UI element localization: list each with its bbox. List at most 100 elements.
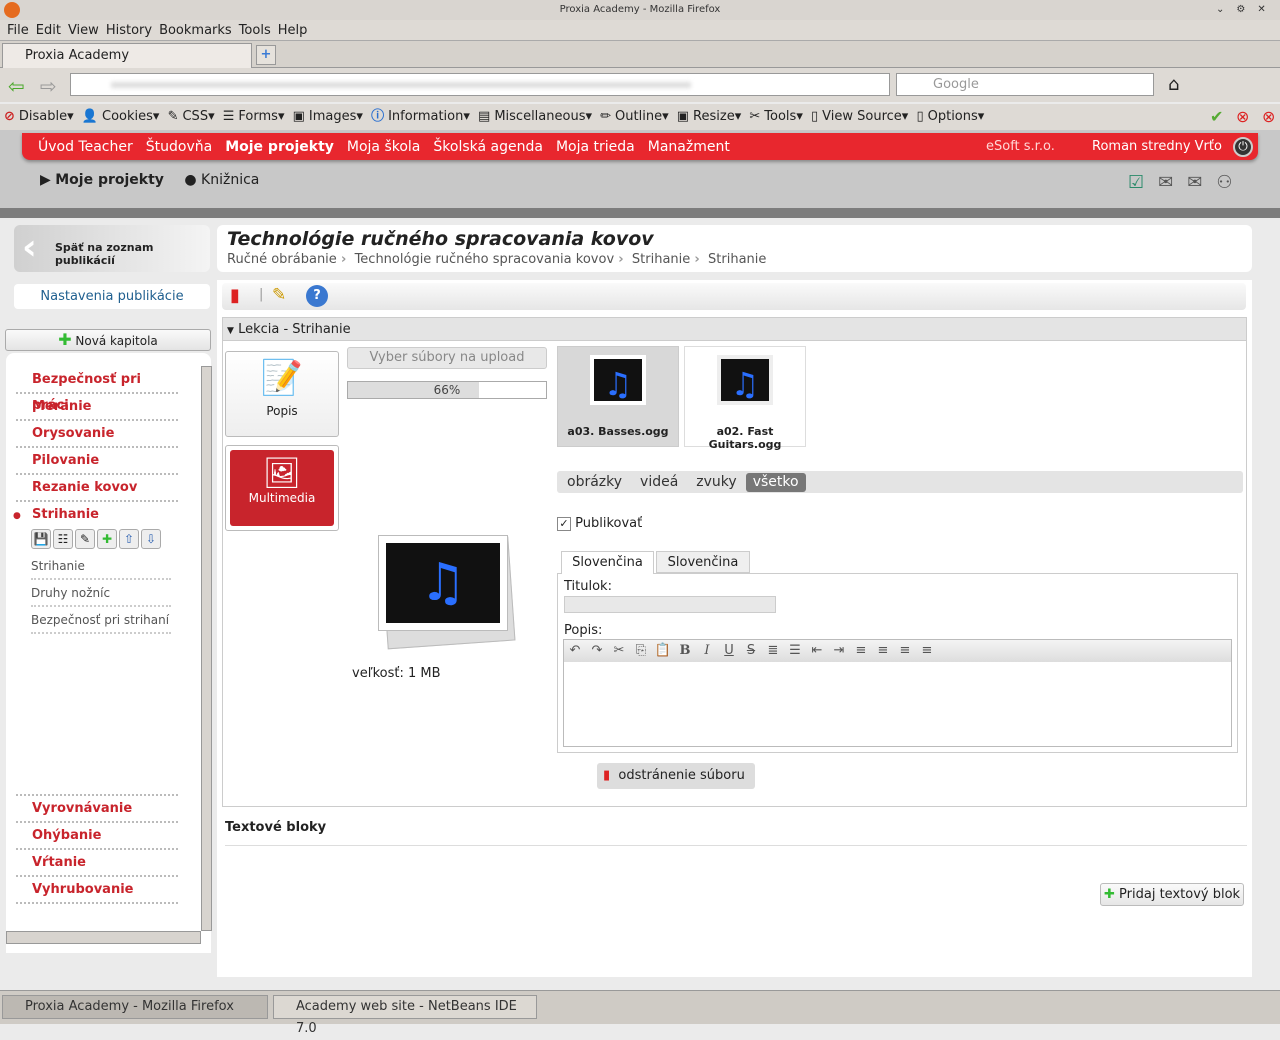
taskbar-item-firefox[interactable]: Proxia Academy - Mozilla Firefox (2, 995, 268, 1019)
subnav-current[interactable]: Moje projekty (55, 172, 164, 188)
copy-icon[interactable]: ⎘ (630, 640, 652, 662)
dev-options[interactable]: ▯ Options▾ (916, 104, 984, 130)
back-icon[interactable]: ⇦ (8, 74, 25, 98)
add-text-block-button[interactable]: ✚ Pridaj textový blok (1100, 883, 1244, 906)
back-to-list-button[interactable]: ‹ Späť na zoznam publikácií (14, 225, 210, 272)
filter-all[interactable]: všetko (745, 473, 806, 492)
filter-videos[interactable]: videá (631, 472, 687, 493)
redo-icon[interactable]: ↷ (586, 640, 608, 662)
bold-icon[interactable]: B (674, 640, 696, 662)
ordered-list-icon[interactable]: ≣ (762, 640, 784, 662)
browser-tab[interactable]: Proxia Academy (2, 43, 252, 68)
move-up-icon[interactable]: ⇧ (119, 529, 139, 549)
chapter-item[interactable]: Vyrovnávanie (16, 796, 178, 823)
dev-miscellaneous[interactable]: ▤ Miscellaneous▾ (478, 104, 592, 130)
file-thumb[interactable]: ♫ a02. Fast Guitars.ogg (684, 346, 806, 451)
list-icon[interactable]: ☷ (53, 529, 73, 549)
underline-icon[interactable]: U (718, 640, 740, 662)
new-message-icon[interactable]: ✉ (1158, 172, 1187, 193)
caption-input[interactable] (564, 596, 776, 613)
horizontal-scrollbar[interactable] (6, 931, 201, 944)
lang-tab-active[interactable]: Slovenčina (561, 551, 654, 574)
help-icon[interactable]: ? (306, 285, 328, 307)
search-input[interactable]: Google (896, 73, 1154, 96)
breadcrumb-item[interactable]: Technológie ručného spracovania kovov (355, 252, 615, 267)
rich-text-editor[interactable]: ↶ ↷ ✂ ⎘ 📋 B I U S ≣ ☰ ⇤ ⇥ ≡ ≡ ≡ ≡ (563, 639, 1232, 747)
menu-edit[interactable]: Edit (36, 20, 61, 41)
trash-icon[interactable]: ▮ (230, 285, 240, 306)
user-name[interactable]: Roman stredny Vrťo (1092, 133, 1222, 161)
breadcrumb-item[interactable]: Strihanie (632, 252, 690, 267)
menu-tools[interactable]: Tools (239, 20, 271, 41)
menu-bookmarks[interactable]: Bookmarks (159, 20, 232, 41)
checkbox-icon[interactable]: ✓ (557, 516, 571, 531)
dev-outline[interactable]: ✏ Outline▾ (600, 104, 668, 130)
dev-css[interactable]: ✎ CSS▾ (168, 104, 215, 130)
mail-icon[interactable]: ✉ (1187, 172, 1216, 193)
chapter-item[interactable]: Bezpečnosť pri práci (16, 367, 178, 413)
dev-cookies[interactable]: 👤 Cookies▾ (82, 104, 160, 130)
tile-multimedia[interactable]: 🖼 Multimedia (225, 445, 339, 531)
tasks-icon[interactable]: ☑ (1128, 172, 1158, 193)
lang-tab[interactable]: Slovenčina (656, 551, 750, 573)
tile-popis[interactable]: 📝 Popis (225, 351, 339, 437)
upload-button[interactable]: Vyber súbory na upload (347, 347, 547, 369)
close-toolbar-icon[interactable]: ⊗ (1262, 104, 1275, 130)
power-icon[interactable]: ⏻ (1233, 137, 1253, 157)
chapter-item[interactable]: Rezanie kovov (16, 475, 178, 502)
paste-icon[interactable]: 📋 (652, 640, 674, 662)
vertical-scrollbar[interactable] (201, 366, 212, 931)
filter-images[interactable]: obrázky (558, 472, 631, 493)
nav-uvod[interactable]: Úvod Teacher (38, 133, 133, 161)
filter-sounds[interactable]: zvuky (687, 472, 745, 493)
lesson-item[interactable]: Bezpečnosť pri strihaní (31, 607, 171, 634)
subnav-library[interactable]: Knižnica (201, 172, 259, 188)
unordered-list-icon[interactable]: ☰ (784, 640, 806, 662)
new-tab-button[interactable]: + (256, 45, 276, 65)
nav-studovna[interactable]: Študovňa (146, 133, 212, 161)
publish-checkbox[interactable]: ✓ Publikovať (557, 516, 642, 531)
edit-icon[interactable]: ✎ (75, 529, 95, 549)
dev-information[interactable]: ⓘ Information▾ (371, 104, 470, 130)
menu-file[interactable]: File (7, 20, 29, 41)
menu-view[interactable]: View (68, 20, 99, 41)
italic-icon[interactable]: I (696, 640, 718, 662)
notepad-icon[interactable]: ✎ (272, 285, 286, 305)
dev-tools[interactable]: ✂ Tools▾ (749, 104, 802, 130)
chapter-item[interactable]: Vŕtanie (16, 850, 178, 877)
align-right-icon[interactable]: ≡ (872, 640, 894, 662)
save-icon[interactable]: 💾 (31, 529, 51, 549)
home-icon[interactable]: ⌂ (1168, 74, 1179, 95)
outdent-icon[interactable]: ⇤ (806, 640, 828, 662)
section-header[interactable]: ▼ Lekcia - Strihanie (223, 318, 1246, 341)
dev-disable[interactable]: ⊘ Disable▾ (4, 104, 74, 130)
move-down-icon[interactable]: ⇩ (141, 529, 161, 549)
dev-view-source[interactable]: ▯ View Source▾ (811, 104, 908, 130)
menu-history[interactable]: History (106, 20, 152, 41)
menu-help[interactable]: Help (278, 20, 308, 41)
lesson-item[interactable]: Druhy nožníc (31, 580, 171, 607)
align-justify-icon[interactable]: ≡ (916, 640, 938, 662)
strikethrough-icon[interactable]: S (740, 640, 762, 662)
chapter-item[interactable]: Meranie (16, 394, 178, 421)
close-icon[interactable]: ⊗ (1236, 104, 1249, 130)
lesson-item[interactable]: Strihanie (31, 553, 171, 580)
dev-forms[interactable]: ☰ Forms▾ (223, 104, 285, 130)
chapter-item-active[interactable]: ● Strihanie (13, 502, 178, 529)
chapter-item[interactable]: Orysovanie (16, 421, 178, 448)
window-controls[interactable]: ⌄⚙✕ (1216, 0, 1278, 20)
align-center-icon[interactable]: ≡ (894, 640, 916, 662)
nav-skolska-agenda[interactable]: Školská agenda (433, 133, 543, 161)
add-icon[interactable]: ✚ (97, 529, 117, 549)
undo-icon[interactable]: ↶ (564, 640, 586, 662)
publication-settings-link[interactable]: Nastavenia publikácie (14, 284, 210, 309)
check-icon[interactable]: ✔ (1210, 104, 1223, 130)
indent-icon[interactable]: ⇥ (828, 640, 850, 662)
nav-moja-skola[interactable]: Moja škola (347, 133, 421, 161)
file-thumb-selected[interactable]: ♫ a03. Basses.ogg (557, 346, 679, 447)
chapter-item[interactable]: Pilovanie (16, 448, 178, 475)
breadcrumb-item[interactable]: Ručné obrábanie (227, 252, 337, 267)
cut-icon[interactable]: ✂ (608, 640, 630, 662)
dev-resize[interactable]: ▣ Resize▾ (677, 104, 741, 130)
chapter-item[interactable]: Ohýbanie (16, 823, 178, 850)
